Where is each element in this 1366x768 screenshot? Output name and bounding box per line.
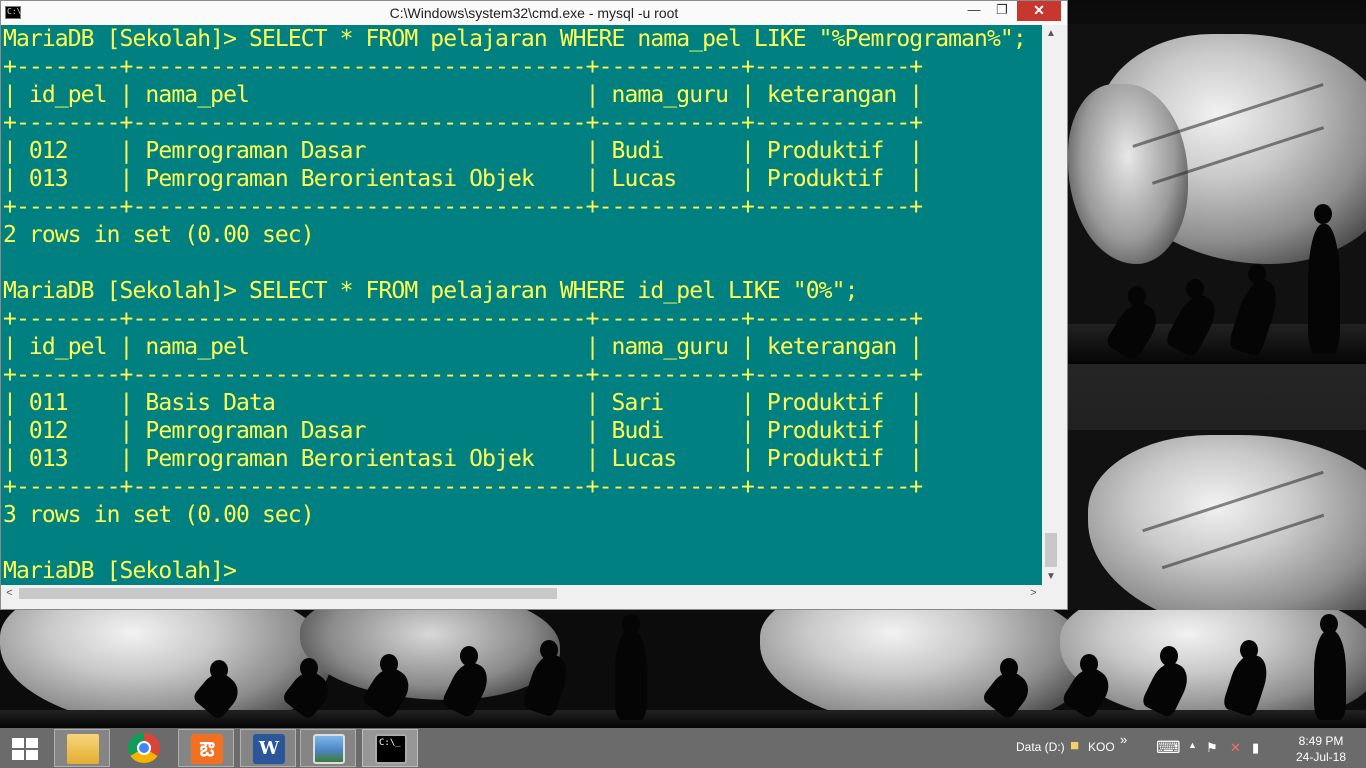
console-line: +--------+------------------------------… xyxy=(3,306,923,332)
console-line: MariaDB [Sekolah]> xyxy=(3,558,237,584)
console-line: MariaDB [Sekolah]> SELECT * FROM pelajar… xyxy=(3,26,1027,52)
taskbar-file-explorer[interactable] xyxy=(54,729,110,767)
vertical-scrollbar[interactable]: ▲ ▼ xyxy=(1042,25,1060,585)
folder-toolbar-icon[interactable]: ■ xyxy=(1070,737,1079,754)
taskbar-word[interactable]: W xyxy=(240,729,296,767)
chrome-icon xyxy=(128,733,160,763)
console-line: | 012 | Pemrograman Dasar | Budi | Produ… xyxy=(3,138,923,164)
window-title: C:\Windows\system32\cmd.exe - mysql -u r… xyxy=(389,5,679,21)
console-line: +--------+------------------------------… xyxy=(3,194,923,220)
show-hidden-icons-icon[interactable]: ▲ xyxy=(1188,740,1197,750)
console-line: | 012 | Pemrograman Dasar | Budi | Produ… xyxy=(3,418,923,444)
console-line: 2 rows in set (0.00 sec) xyxy=(3,222,315,248)
console-line: 3 rows in set (0.00 sec) xyxy=(3,502,315,528)
console-line: +--------+------------------------------… xyxy=(3,54,923,80)
horizontal-scroll-thumb[interactable] xyxy=(19,588,557,599)
photo-icon xyxy=(313,734,345,764)
network-signal-icon[interactable]: ▮ xyxy=(1252,740,1259,756)
scroll-down-icon[interactable]: ▼ xyxy=(1042,568,1060,585)
clock-time: 8:49 PM xyxy=(1298,734,1344,748)
scroll-up-icon[interactable]: ▲ xyxy=(1042,25,1060,42)
console-line: | 013 | Pemrograman Berorientasi Objek |… xyxy=(3,446,923,472)
console-line: | id_pel | nama_pel | nama_guru | ketera… xyxy=(3,82,923,108)
scrollbar-corner xyxy=(1042,585,1060,602)
console-line: +--------+------------------------------… xyxy=(3,110,923,136)
wallpaper-image-top-right xyxy=(1068,24,1366,364)
windows-logo-icon xyxy=(12,738,38,760)
console-line: MariaDB [Sekolah]> SELECT * FROM pelajar… xyxy=(3,278,858,304)
start-button[interactable] xyxy=(0,729,50,767)
wallpaper-image-bottom xyxy=(0,610,1366,728)
folder-toolbar-label[interactable]: KOO xyxy=(1088,740,1115,754)
xampp-icon: ఔ xyxy=(191,734,223,764)
clock-date: 24-Jul-18 xyxy=(1295,750,1347,764)
volume-muted-icon[interactable]: ✕ xyxy=(1230,740,1241,756)
console-output[interactable]: MariaDB [Sekolah]> SELECT * FROM pelajar… xyxy=(1,25,1042,585)
vertical-scroll-thumb[interactable] xyxy=(1045,533,1057,567)
cmd-icon: C:\_ xyxy=(375,734,407,764)
wallpaper-image-bottom-right xyxy=(1068,430,1366,610)
minimize-button[interactable]: — xyxy=(959,1,989,21)
folder-icon xyxy=(67,734,99,764)
clock[interactable]: 8:49 PM 24-Jul-18 xyxy=(1290,733,1352,765)
taskbar-command-prompt[interactable]: C:\_ xyxy=(362,729,418,767)
scroll-left-icon[interactable]: < xyxy=(1,585,18,602)
maximize-button[interactable]: ❐ xyxy=(987,1,1017,21)
console-line: | 013 | Pemrograman Berorientasi Objek |… xyxy=(3,166,923,192)
drive-toolbar-label[interactable]: Data (D:) xyxy=(1016,740,1065,754)
taskbar-photo-viewer[interactable] xyxy=(300,729,356,767)
taskbar-chrome[interactable] xyxy=(116,729,172,767)
close-button[interactable]: ✕ xyxy=(1017,1,1061,21)
toolbar-expand-icon[interactable]: » xyxy=(1120,732,1127,747)
action-center-icon[interactable]: ⚑ xyxy=(1206,740,1218,756)
scroll-right-icon[interactable]: > xyxy=(1025,585,1042,602)
console-line: +--------+------------------------------… xyxy=(3,362,923,388)
console-line: | 011 | Basis Data | Sari | Produktif | xyxy=(3,390,923,416)
word-icon: W xyxy=(253,734,285,764)
console-line: | id_pel | nama_pel | nama_guru | ketera… xyxy=(3,334,923,360)
console-line: +--------+------------------------------… xyxy=(3,474,923,500)
horizontal-scrollbar[interactable]: < > xyxy=(1,585,1042,602)
taskbar-xampp[interactable]: ఔ xyxy=(178,729,234,767)
title-bar[interactable]: C:\ C:\Windows\system32\cmd.exe - mysql … xyxy=(1,1,1067,25)
cmd-window[interactable]: C:\ C:\Windows\system32\cmd.exe - mysql … xyxy=(0,0,1068,610)
keyboard-icon[interactable]: ⌨ xyxy=(1156,738,1181,758)
console-text[interactable]: MariaDB [Sekolah]> SELECT * FROM pelajar… xyxy=(1,25,1042,585)
taskbar: ఔ W C:\_ Data (D:) ■ KOO » ⌨ ▲ ⚑ ✕ ▮ 8:4… xyxy=(0,728,1366,768)
